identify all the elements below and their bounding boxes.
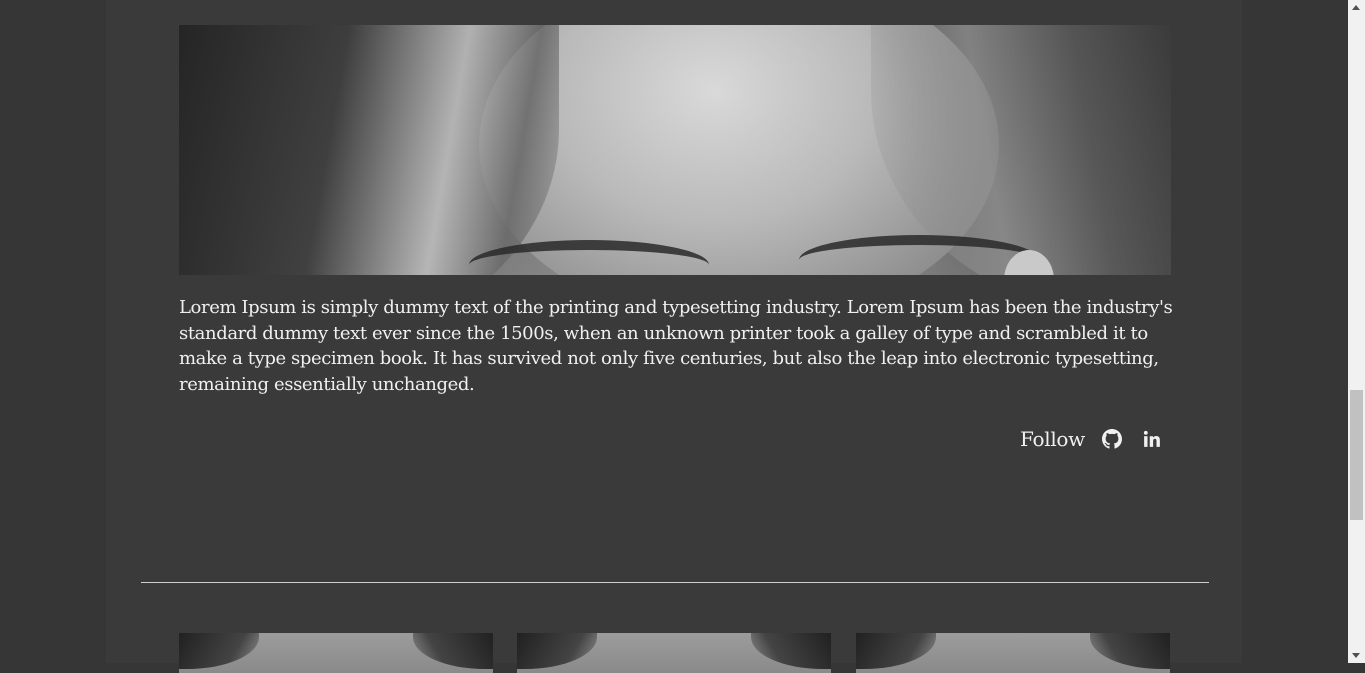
scroll-down-icon[interactable] [1352, 653, 1360, 658]
article-description: Lorem Ipsum is simply dummy text of the … [179, 297, 1173, 395]
page-scrollbar[interactable] [1348, 0, 1365, 663]
gallery-thumbnail[interactable] [517, 633, 831, 673]
gallery-thumbnail[interactable] [179, 633, 493, 673]
follow-section: Follow [1020, 426, 1165, 452]
hero-image [179, 25, 1171, 275]
gallery-thumbnail[interactable] [856, 633, 1170, 673]
linkedin-icon[interactable] [1139, 426, 1165, 452]
scrollbar-thumb[interactable] [1350, 390, 1363, 520]
follow-label: Follow [1020, 427, 1085, 451]
github-icon[interactable] [1099, 426, 1125, 452]
scroll-up-icon[interactable] [1352, 5, 1360, 10]
section-divider [141, 582, 1209, 583]
